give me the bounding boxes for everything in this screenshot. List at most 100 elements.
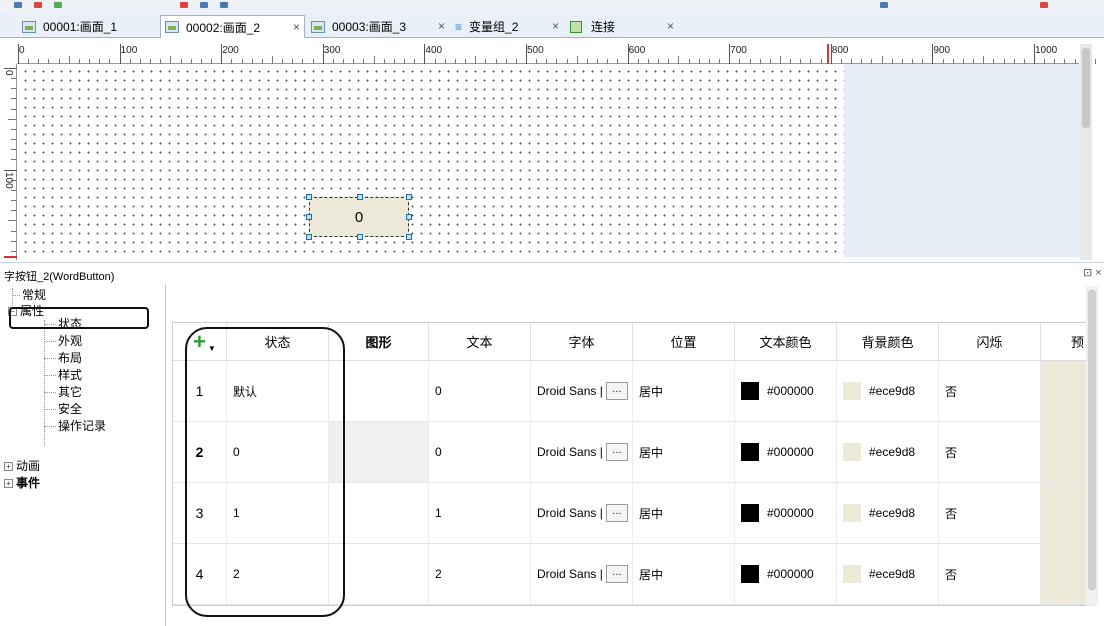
resize-handle[interactable]: [406, 194, 412, 200]
ruler-tick-label: 200: [222, 45, 239, 56]
tree-item-security[interactable]: 安全: [58, 403, 82, 416]
cell-position[interactable]: 居中: [633, 544, 735, 605]
connection-icon: [570, 20, 582, 33]
tree-item-other[interactable]: 其它: [58, 386, 82, 399]
column-header-preview[interactable]: 预: [1041, 323, 1087, 361]
resize-handle[interactable]: [357, 234, 363, 240]
cell-position[interactable]: 居中: [633, 361, 735, 422]
expand-icon[interactable]: +: [4, 462, 13, 471]
tab-screen-2[interactable]: 00002:画面_2 ×: [160, 15, 305, 38]
tree-item-general[interactable]: 常规: [22, 289, 46, 302]
column-header-font[interactable]: 字体: [531, 323, 633, 361]
resize-handle[interactable]: [306, 234, 312, 240]
resize-handle[interactable]: [306, 194, 312, 200]
ruler-tick-label: 900: [933, 45, 951, 56]
cell-position[interactable]: 居中: [633, 483, 735, 544]
cell-bg-color[interactable]: #ece9d8: [837, 483, 939, 544]
cell-text[interactable]: 2: [429, 544, 531, 605]
color-swatch: [843, 443, 861, 461]
close-icon[interactable]: ×: [552, 19, 559, 33]
color-value: #000000: [767, 567, 814, 581]
ruler-tick-label: 100: [120, 45, 138, 56]
font-picker-button[interactable]: …: [605, 565, 628, 583]
cell-text-color[interactable]: #000000: [735, 483, 837, 544]
tab-connection[interactable]: 连接 ×: [566, 15, 678, 38]
word-button-widget[interactable]: 0: [306, 194, 412, 240]
tree-item-layout[interactable]: 布局: [58, 352, 82, 365]
cell-bg-color[interactable]: #ece9d8: [837, 361, 939, 422]
screen-icon: [165, 21, 179, 33]
cell-font[interactable]: Droid Sans |…: [531, 544, 633, 605]
font-picker-button[interactable]: …: [605, 443, 628, 461]
cell-preview: [1041, 361, 1087, 422]
cell-preview: [1041, 544, 1087, 605]
color-swatch: [843, 565, 861, 583]
close-icon[interactable]: ×: [667, 19, 674, 33]
tree-item-operation-log[interactable]: 操作记录: [58, 420, 106, 433]
resize-handle[interactable]: [306, 214, 312, 220]
close-icon[interactable]: ×: [438, 19, 445, 33]
cell-text[interactable]: 0: [429, 361, 531, 422]
ruler-tick-label: 700: [730, 45, 747, 56]
font-picker-button[interactable]: …: [605, 382, 628, 400]
tree-item-events[interactable]: 事件: [16, 477, 40, 490]
cell-bg-color[interactable]: #ece9d8: [837, 544, 939, 605]
cell-text[interactable]: 0: [429, 422, 531, 483]
cell-font[interactable]: Droid Sans |…: [531, 361, 633, 422]
vertical-ruler: 0 100: [3, 64, 17, 260]
cell-blink[interactable]: 否: [939, 483, 1041, 544]
canvas-grid[interactable]: [18, 64, 844, 257]
tab-label: 00001:画面_1: [43, 20, 118, 34]
cell-font[interactable]: Droid Sans |…: [531, 422, 633, 483]
cell-blink[interactable]: 否: [939, 361, 1041, 422]
resize-handle[interactable]: [357, 194, 363, 200]
tree-item-style[interactable]: 样式: [58, 369, 82, 382]
cell-blink[interactable]: 否: [939, 544, 1041, 605]
font-value: Droid Sans |: [537, 384, 603, 398]
toolbar-strip: [0, 0, 1104, 12]
cell-bg-color[interactable]: #ece9d8: [837, 422, 939, 483]
color-value: #ece9d8: [869, 384, 916, 398]
highlight-box-properties: [9, 307, 149, 329]
color-swatch: [843, 382, 861, 400]
cell-text-color[interactable]: #000000: [735, 422, 837, 483]
column-header-bg-color[interactable]: 背景颜色: [837, 323, 939, 361]
tree-item-appearance[interactable]: 外观: [58, 335, 82, 348]
cell-blink[interactable]: 否: [939, 422, 1041, 483]
resize-handle[interactable]: [406, 234, 412, 240]
cell-text-color[interactable]: #000000: [735, 361, 837, 422]
cell-position[interactable]: 居中: [633, 422, 735, 483]
color-value: #000000: [767, 506, 814, 520]
canvas-offpage-area: [844, 64, 1080, 257]
document-tab-bar: 00001:画面_1 × 00002:画面_2 × 00003:画面_3 × ≡…: [0, 12, 1104, 38]
ruler-tick-label: 0: [19, 45, 25, 56]
resize-handle[interactable]: [406, 214, 412, 220]
cell-font[interactable]: Droid Sans |…: [531, 483, 633, 544]
ruler-tick-label: 0: [3, 70, 14, 76]
scroll-thumb[interactable]: [1088, 290, 1096, 590]
column-header-position[interactable]: 位置: [633, 323, 735, 361]
column-header-text[interactable]: 文本: [429, 323, 531, 361]
cell-text-color[interactable]: #000000: [735, 544, 837, 605]
ruler-tick-label: 1000: [1035, 45, 1058, 56]
close-icon[interactable]: ×: [293, 20, 300, 34]
cell-text[interactable]: 1: [429, 483, 531, 544]
word-button-value: 0: [354, 208, 364, 226]
expand-icon[interactable]: +: [4, 479, 13, 488]
column-header-blink[interactable]: 闪烁: [939, 323, 1041, 361]
tab-screen-1[interactable]: 00001:画面_1 ×: [18, 15, 180, 38]
color-swatch: [843, 504, 861, 522]
tab-screen-3[interactable]: 00003:画面_3 ×: [307, 15, 449, 38]
color-swatch: [741, 565, 759, 583]
table-scrollbar[interactable]: [1086, 286, 1098, 606]
tab-label: 变量组_2: [469, 20, 519, 34]
color-value: #000000: [767, 384, 814, 398]
scroll-thumb[interactable]: [1082, 48, 1090, 128]
canvas-scrollbar[interactable]: [1080, 44, 1092, 260]
panel-window-controls[interactable]: ⊡ ×: [1083, 266, 1102, 279]
column-header-text-color[interactable]: 文本颜色: [735, 323, 837, 361]
ruler-tick-label: 800: [831, 45, 849, 56]
tab-variable-group-2[interactable]: ≡ 变量组_2 ×: [451, 15, 563, 38]
font-picker-button[interactable]: …: [605, 504, 628, 522]
tree-item-animation[interactable]: 动画: [16, 460, 40, 473]
